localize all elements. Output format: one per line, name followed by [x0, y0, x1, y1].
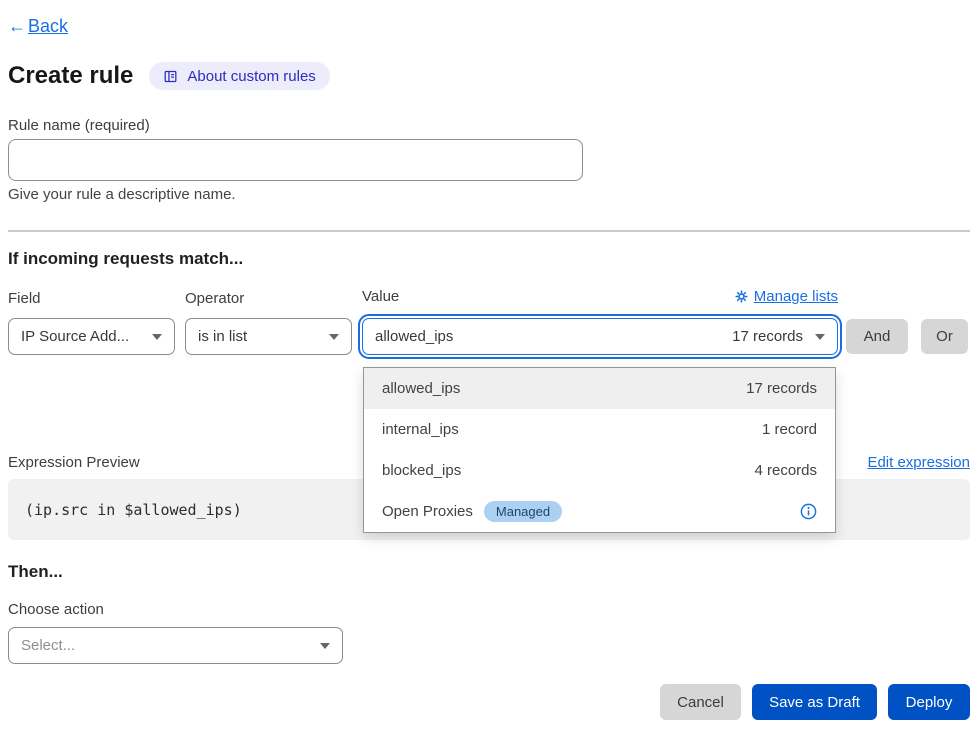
chevron-down-icon: [320, 643, 330, 649]
field-select[interactable]: IP Source Add...: [8, 318, 175, 355]
list-option-records: 17 records: [746, 380, 817, 397]
action-select[interactable]: Select...: [8, 627, 343, 664]
cancel-button[interactable]: Cancel: [660, 684, 741, 720]
about-custom-rules-label: About custom rules: [187, 68, 315, 85]
operator-select-value: is in list: [198, 328, 247, 345]
edit-expression-link[interactable]: Edit expression: [867, 454, 970, 471]
manage-lists-label: Manage lists: [754, 288, 838, 305]
list-dropdown-panel: allowed_ips 17 records internal_ips 1 re…: [363, 367, 836, 533]
info-icon[interactable]: [800, 503, 817, 520]
match-section-heading: If incoming requests match...: [8, 249, 243, 269]
list-option-blocked-ips[interactable]: blocked_ips 4 records: [364, 450, 835, 491]
expression-code: (ip.src in $allowed_ips): [25, 501, 242, 519]
list-option-allowed-ips[interactable]: allowed_ips 17 records: [364, 368, 835, 409]
value-label: Value: [362, 288, 399, 305]
gear-icon: [735, 290, 748, 303]
rule-name-label: Rule name (required): [8, 117, 150, 134]
value-select-records: 17 records: [732, 328, 803, 345]
list-option-name: Open Proxies: [382, 503, 473, 520]
value-header-row: Value Man: [362, 288, 838, 305]
expression-preview-label: Expression Preview: [8, 454, 140, 471]
list-option-open-proxies[interactable]: Open Proxies Managed: [364, 491, 835, 532]
managed-badge: Managed: [484, 501, 562, 522]
list-option-internal-ips[interactable]: internal_ips 1 record: [364, 409, 835, 450]
operator-select[interactable]: is in list: [185, 318, 352, 355]
create-rule-page: ←Back Create rule About custom rules Rul…: [0, 0, 979, 739]
operator-label: Operator: [185, 290, 244, 307]
manage-lists-link[interactable]: Manage lists: [735, 288, 838, 305]
rule-name-input[interactable]: [8, 139, 583, 181]
field-select-value: IP Source Add...: [21, 328, 129, 345]
back-link[interactable]: ←Back: [8, 16, 68, 37]
page-title: Create rule: [8, 62, 133, 90]
chevron-down-icon: [329, 334, 339, 340]
deploy-button[interactable]: Deploy: [888, 684, 970, 720]
list-option-name: allowed_ips: [382, 380, 460, 397]
rule-name-helper: Give your rule a descriptive name.: [8, 186, 236, 203]
save-as-draft-button[interactable]: Save as Draft: [752, 684, 877, 720]
book-icon: [163, 69, 178, 84]
list-option-records: 4 records: [754, 462, 817, 479]
and-button[interactable]: And: [846, 319, 908, 354]
value-select[interactable]: allowed_ips 17 records: [362, 318, 838, 355]
chevron-down-icon: [815, 334, 825, 340]
header: Create rule About custom rules: [8, 62, 330, 90]
action-select-placeholder: Select...: [21, 637, 75, 654]
then-section-heading: Then...: [8, 562, 63, 582]
section-divider: [8, 230, 970, 232]
chevron-down-icon: [152, 334, 162, 340]
list-option-name: internal_ips: [382, 421, 459, 438]
list-option-records: 1 record: [762, 421, 817, 438]
list-option-name: blocked_ips: [382, 462, 461, 479]
value-select-value: allowed_ips: [375, 328, 453, 345]
or-button[interactable]: Or: [921, 319, 968, 354]
back-arrow-icon: ←: [8, 16, 26, 37]
choose-action-label: Choose action: [8, 601, 104, 618]
field-label: Field: [8, 290, 41, 307]
back-link-label: Back: [28, 16, 68, 37]
about-custom-rules-link[interactable]: About custom rules: [149, 62, 329, 90]
